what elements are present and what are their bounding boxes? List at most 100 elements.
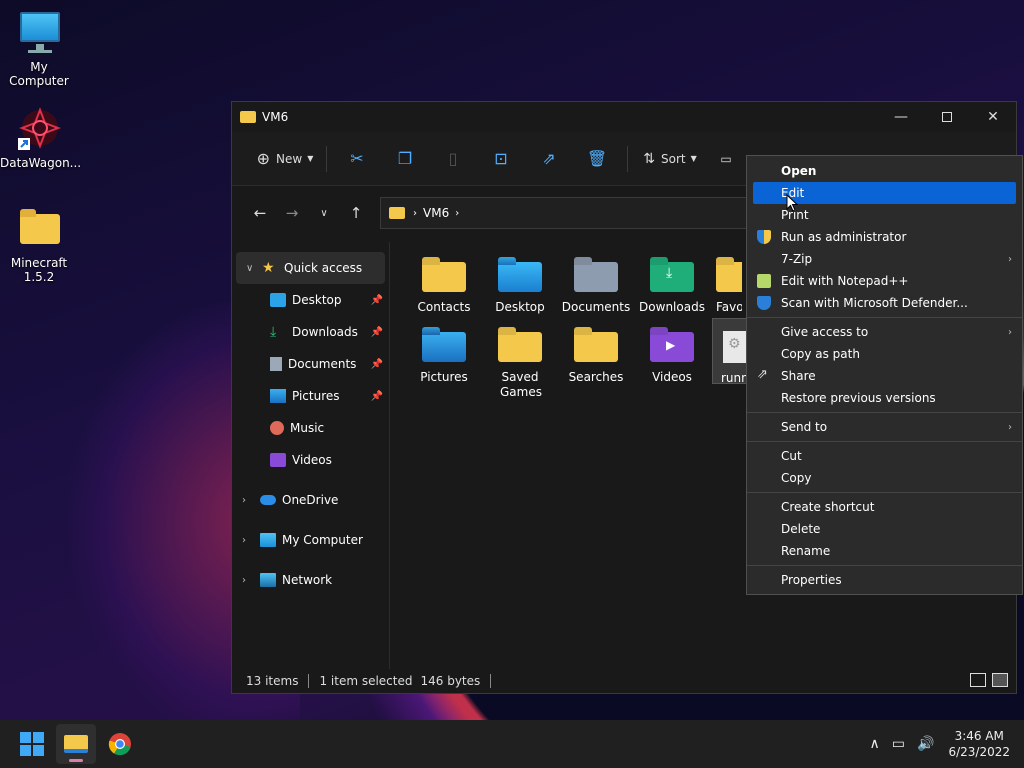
- desktop-icon-minecraft[interactable]: Minecraft 1.5.2: [0, 206, 78, 284]
- pin-icon[interactable]: 📌: [371, 359, 383, 370]
- forward-button[interactable]: →: [276, 204, 308, 222]
- taskbar: ∧ ▭ 🔊 3:46 AM 6/23/2022: [0, 720, 1024, 768]
- file-item-pictures[interactable]: Pictures: [408, 318, 480, 385]
- folder-icon: [389, 207, 405, 219]
- share-button[interactable]: ⇗: [525, 143, 573, 175]
- file-item-videos[interactable]: ▶ Videos: [636, 318, 708, 385]
- back-button[interactable]: ←: [244, 204, 276, 222]
- chevron-right-icon[interactable]: ›: [242, 495, 246, 506]
- sidebar-item-label: Pictures: [292, 389, 340, 403]
- copy-button[interactable]: ❐: [381, 143, 429, 175]
- delete-button[interactable]: 🗑: [573, 143, 621, 175]
- download-icon: ⤓: [270, 324, 277, 340]
- file-item-contacts[interactable]: Contacts: [408, 248, 480, 315]
- file-item-documents[interactable]: Documents: [560, 248, 632, 315]
- breadcrumb-separator: ›: [455, 207, 460, 219]
- title-bar[interactable]: VM6 — ✕: [232, 102, 1016, 132]
- menu-item-label: Send to: [781, 420, 828, 434]
- menu-item-notepad-plus[interactable]: Edit with Notepad++: [747, 270, 1022, 292]
- address-bar[interactable]: › VM6 › ∨: [380, 197, 760, 229]
- pin-icon[interactable]: 📌: [371, 295, 383, 306]
- menu-item-share[interactable]: ⇗ Share: [747, 365, 1022, 387]
- minimize-button[interactable]: —: [878, 102, 924, 132]
- menu-item-copy-as-path[interactable]: Copy as path: [747, 343, 1022, 365]
- chevron-right-icon[interactable]: ›: [242, 535, 246, 546]
- chevron-right-icon: ›: [1008, 421, 1012, 433]
- sidebar-item-network[interactable]: › Network: [232, 564, 389, 596]
- menu-item-label: Share: [781, 369, 816, 383]
- file-item-saved-games[interactable]: Saved Games: [484, 318, 556, 400]
- chevron-right-icon[interactable]: ›: [242, 575, 246, 586]
- sidebar-item-documents[interactable]: Documents 📌: [232, 348, 389, 380]
- file-item-searches[interactable]: Searches: [560, 318, 632, 385]
- sidebar-item-desktop[interactable]: Desktop 📌: [232, 284, 389, 316]
- documents-folder-icon: [574, 258, 618, 294]
- sidebar-item-label: My Computer: [282, 533, 363, 547]
- menu-divider: [747, 441, 1022, 442]
- system-tray: ∧ ▭ 🔊 3:46 AM 6/23/2022: [864, 728, 1024, 760]
- menu-item-restore-versions[interactable]: Restore previous versions: [747, 387, 1022, 409]
- menu-item-cut[interactable]: Cut: [747, 445, 1022, 467]
- details-view-icon[interactable]: [970, 673, 986, 687]
- file-item-favorites[interactable]: Favo: [712, 248, 742, 315]
- up-button[interactable]: ↑: [340, 204, 372, 222]
- item-count: 13 items: [246, 674, 299, 688]
- sidebar-item-quick-access[interactable]: ∨ ★ Quick access: [236, 252, 385, 284]
- sidebar-item-videos[interactable]: Videos: [232, 444, 389, 476]
- chevron-down-icon: ▼: [307, 154, 314, 163]
- file-item-downloads[interactable]: ⤓ Downloads: [636, 248, 708, 315]
- menu-item-give-access[interactable]: Give access to ›: [747, 321, 1022, 343]
- close-button[interactable]: ✕: [970, 102, 1016, 132]
- menu-item-label: Delete: [781, 522, 821, 536]
- menu-item-label: Edit with Notepad++: [781, 274, 909, 288]
- sidebar-item-label: Downloads: [292, 325, 358, 339]
- pin-icon[interactable]: 📌: [371, 327, 383, 338]
- selection-count: 1 item selected: [319, 674, 413, 688]
- paste-button[interactable]: ▯: [429, 143, 477, 175]
- taskbar-chrome[interactable]: [100, 724, 140, 764]
- menu-item-send-to[interactable]: Send to ›: [747, 416, 1022, 438]
- menu-item-open[interactable]: Open: [747, 160, 1022, 182]
- sidebar-item-onedrive[interactable]: › OneDrive: [232, 484, 389, 516]
- menu-item-delete[interactable]: Delete: [747, 518, 1022, 540]
- new-button[interactable]: ⊕ New ▼: [250, 143, 320, 175]
- menu-item-properties[interactable]: Properties: [747, 569, 1022, 591]
- sidebar-item-music[interactable]: Music: [232, 412, 389, 444]
- sidebar-item-pictures[interactable]: Pictures 📌: [232, 380, 389, 412]
- menu-item-label: Give access to: [781, 325, 869, 339]
- desktop-icon-my-computer[interactable]: My Computer: [0, 10, 78, 88]
- cut-button[interactable]: ✂: [333, 143, 381, 175]
- chevron-up-icon[interactable]: ∧: [870, 736, 880, 752]
- menu-item-label: Properties: [781, 573, 842, 587]
- notepad-plus-icon: [757, 274, 771, 288]
- menu-item-rename[interactable]: Rename: [747, 540, 1022, 562]
- menu-item-defender-scan[interactable]: Scan with Microsoft Defender...: [747, 292, 1022, 314]
- large-icons-view-icon[interactable]: [992, 673, 1008, 687]
- videos-icon: [270, 453, 286, 467]
- sidebar-item-downloads[interactable]: ⤓ Downloads 📌: [232, 316, 389, 348]
- menu-item-run-as-admin[interactable]: Run as administrator: [747, 226, 1022, 248]
- file-label: Searches: [568, 370, 624, 384]
- sort-button[interactable]: ⇅ Sort ▼: [634, 143, 706, 175]
- sort-icon: ⇅: [643, 150, 655, 167]
- sidebar-item-my-computer[interactable]: › My Computer: [232, 524, 389, 556]
- recent-locations-button[interactable]: ∨: [308, 208, 340, 219]
- menu-item-copy[interactable]: Copy: [747, 467, 1022, 489]
- menu-item-7zip[interactable]: 7-Zip ›: [747, 248, 1022, 270]
- menu-item-create-shortcut[interactable]: Create shortcut: [747, 496, 1022, 518]
- start-button[interactable]: [12, 724, 52, 764]
- taskbar-file-explorer[interactable]: [56, 724, 96, 764]
- pin-icon[interactable]: 📌: [371, 391, 383, 402]
- active-indicator: [69, 759, 83, 762]
- file-item-runner-selected[interactable]: ⚙ runn: [712, 318, 748, 384]
- view-button[interactable]: ▭: [706, 143, 746, 175]
- volume-icon[interactable]: 🔊: [917, 736, 934, 752]
- rename-button[interactable]: ⊡: [477, 143, 525, 175]
- clock[interactable]: 3:46 AM 6/23/2022: [948, 728, 1010, 760]
- datawagon-logo-icon: [16, 106, 62, 152]
- maximize-button[interactable]: [924, 102, 970, 132]
- breadcrumb-item[interactable]: VM6: [423, 206, 449, 220]
- network-icon[interactable]: ▭: [892, 736, 905, 752]
- file-item-desktop[interactable]: Desktop: [484, 248, 556, 315]
- desktop-icon-datawagon[interactable]: DataWagon...: [0, 106, 81, 170]
